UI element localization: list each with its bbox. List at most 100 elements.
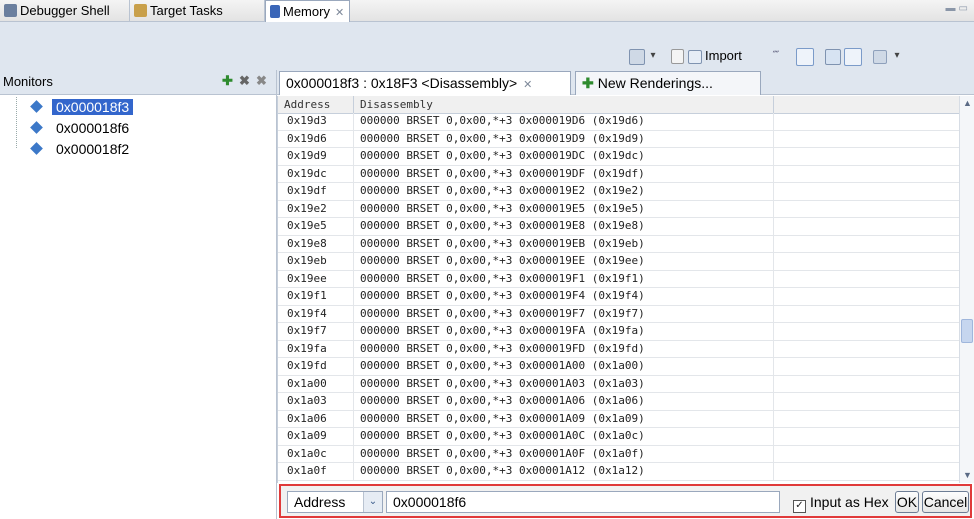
input-as-hex-label: Input as Hex xyxy=(810,494,889,510)
table-row[interactable]: 0x19f4 000000 BRSET 0,0x00,*+3 0x000019F7… xyxy=(278,305,960,323)
disassembly-table[interactable]: Address Disassembly 0x19d3 000000 BRSET 0… xyxy=(277,96,960,483)
scroll-thumb[interactable] xyxy=(961,319,973,343)
disassembly-cell: 000000 BRSET 0,0x00,*+3 0x000019DF (0x19… xyxy=(354,165,774,182)
disassembly-cell: 000000 BRSET 0,0x00,*+3 0x000019E2 (0x19… xyxy=(354,183,774,200)
view-tab-bar: Debugger Shell Target Tasks Memory ✕ ▬▭ xyxy=(0,0,974,22)
cancel-button[interactable]: Cancel xyxy=(922,491,969,513)
monitor-item-0x000018f3[interactable]: 0x000018f3 xyxy=(18,97,134,117)
column-header-address[interactable]: Address xyxy=(278,96,354,113)
table-row[interactable]: 0x1a0f 000000 BRSET 0,0x00,*+3 0x00001A12… xyxy=(278,463,960,481)
address-cell: 0x19d6 xyxy=(278,130,354,147)
layout-button[interactable] xyxy=(824,46,842,66)
add-monitor-icon[interactable]: ✚ xyxy=(222,73,233,89)
tab-disassembly-rendering[interactable]: 0x000018f3 : 0x18F3 <Disassembly> ✕ xyxy=(279,71,571,95)
import-button[interactable]: Import xyxy=(688,46,768,66)
swap-icon xyxy=(844,47,862,66)
table-row[interactable]: 0x19d3 000000 BRSET 0,0x00,*+3 0x000019D6… xyxy=(278,113,960,131)
import-label: Import xyxy=(705,48,742,63)
export-button[interactable] xyxy=(670,46,684,66)
table-row[interactable]: 0x1a09 000000 BRSET 0,0x00,*+3 0x00001A0C… xyxy=(278,428,960,446)
address-cell: 0x1a0c xyxy=(278,445,354,462)
disassembly-cell: 000000 BRSET 0,0x00,*+3 0x000019D6 (0x19… xyxy=(354,113,774,130)
monitor-item-0x000018f2[interactable]: 0x000018f2 xyxy=(18,139,133,159)
address-cell: 0x1a03 xyxy=(278,393,354,410)
address-cell: 0x19fa xyxy=(278,340,354,357)
table-row[interactable]: 0x19e5 000000 BRSET 0,0x00,*+3 0x000019E8… xyxy=(278,218,960,236)
address-cell: 0x19d9 xyxy=(278,148,354,165)
settings-button[interactable] xyxy=(872,46,888,66)
tab-target-tasks[interactable]: Target Tasks xyxy=(130,0,265,21)
address-cell: 0x1a00 xyxy=(278,375,354,392)
address-cell: 0x19f4 xyxy=(278,305,354,322)
tab-new-renderings[interactable]: ✚ New Renderings... xyxy=(575,71,761,95)
disassembly-cell: 000000 BRSET 0,0x00,*+3 0x000019E8 (0x19… xyxy=(354,218,774,235)
table-row[interactable]: 0x19fd 000000 BRSET 0,0x00,*+3 0x00001A00… xyxy=(278,358,960,376)
chevron-down-icon[interactable]: ⌄ xyxy=(363,492,382,512)
rendering-tab-label: 0x000018f3 : 0x18F3 <Disassembly> xyxy=(286,75,518,91)
table-row[interactable]: 0x19e2 000000 BRSET 0,0x00,*+3 0x000019E5… xyxy=(278,200,960,218)
debugger-shell-icon xyxy=(4,4,17,17)
minimize-icon[interactable]: ▬▭ xyxy=(946,3,971,14)
disassembly-cell: 000000 BRSET 0,0x00,*+3 0x000019F7 (0x19… xyxy=(354,305,774,322)
format-icon: ⁗ xyxy=(772,50,780,61)
memory-block-icon xyxy=(30,100,43,113)
column-header-disassembly[interactable]: Disassembly xyxy=(354,96,774,113)
address-input[interactable]: 0x000018f6 xyxy=(386,491,780,513)
table-header: Address Disassembly xyxy=(278,96,960,114)
remove-monitor-icon[interactable]: ✖ xyxy=(239,73,250,89)
new-renderings-label: New Renderings... xyxy=(597,75,713,91)
table-row[interactable]: 0x19d9 000000 BRSET 0,0x00,*+3 0x000019DC… xyxy=(278,148,960,166)
goto-address-bar: Address ⌄ 0x000018f6 ✓ Input as Hex OK Ca… xyxy=(279,484,972,518)
ok-button[interactable]: OK xyxy=(895,491,919,513)
close-icon[interactable]: ✕ xyxy=(335,7,344,19)
monitor-item-0x000018f6[interactable]: 0x000018f6 xyxy=(18,118,133,138)
tab-debugger-shell[interactable]: Debugger Shell xyxy=(0,0,130,21)
tab-memory[interactable]: Memory ✕ xyxy=(265,0,350,22)
table-row[interactable]: 0x19d6 000000 BRSET 0,0x00,*+3 0x000019D9… xyxy=(278,130,960,148)
swap-toggle-button[interactable] xyxy=(844,46,862,66)
monitor-item-label: 0x000018f3 xyxy=(52,99,134,115)
remove-all-icon[interactable]: ✖ xyxy=(256,73,267,89)
disassembly-cell: 000000 BRSET 0,0x00,*+3 0x00001A09 (0x1a… xyxy=(354,410,774,427)
scroll-up-icon[interactable]: ▲ xyxy=(960,96,974,111)
table-row[interactable]: 0x19e8 000000 BRSET 0,0x00,*+3 0x000019EB… xyxy=(278,235,960,253)
disassembly-cell: 000000 BRSET 0,0x00,*+3 0x000019F1 (0x19… xyxy=(354,270,774,287)
scroll-down-icon[interactable]: ▼ xyxy=(960,468,974,483)
table-row[interactable]: 0x19df 000000 BRSET 0,0x00,*+3 0x000019E2… xyxy=(278,183,960,201)
memory-block-icon xyxy=(30,121,43,134)
input-as-hex-checkbox[interactable]: ✓ Input as Hex xyxy=(793,492,889,513)
grid-icon xyxy=(825,48,841,65)
address-cell: 0x1a09 xyxy=(278,428,354,445)
disassembly-cell: 000000 BRSET 0,0x00,*+3 0x000019F4 (0x19… xyxy=(354,288,774,305)
memory-icon xyxy=(270,5,280,18)
table-row[interactable]: 0x1a03 000000 BRSET 0,0x00,*+3 0x00001A06… xyxy=(278,393,960,411)
settings-icon xyxy=(873,49,887,64)
vertical-scrollbar[interactable]: ▲ ▼ xyxy=(959,96,974,483)
format-button[interactable]: ⁗ xyxy=(768,46,784,66)
table-row[interactable]: 0x19f1 000000 BRSET 0,0x00,*+3 0x000019F4… xyxy=(278,288,960,306)
address-cell: 0x19e2 xyxy=(278,200,354,217)
add-memory-monitor-button[interactable] xyxy=(628,46,646,66)
table-row[interactable]: 0x1a06 000000 BRSET 0,0x00,*+3 0x00001A09… xyxy=(278,410,960,428)
disassembly-cell: 000000 BRSET 0,0x00,*+3 0x000019EE (0x19… xyxy=(354,253,774,270)
monitor-dropdown[interactable]: ▾ xyxy=(648,46,658,66)
address-cell: 0x19dc xyxy=(278,165,354,182)
export-icon xyxy=(670,49,684,65)
goto-mode-select[interactable]: Address ⌄ xyxy=(287,491,383,513)
checkmark-icon[interactable]: ✓ xyxy=(793,500,806,513)
view-menu-dropdown[interactable]: ▾ xyxy=(892,46,902,66)
disassembly-cell: 000000 BRSET 0,0x00,*+3 0x000019E5 (0x19… xyxy=(354,200,774,217)
table-row[interactable]: 0x19dc 000000 BRSET 0,0x00,*+3 0x000019DF… xyxy=(278,165,960,183)
monitor-item-label: 0x000018f6 xyxy=(56,120,130,136)
address-cell: 0x1a0f xyxy=(278,463,354,480)
table-row[interactable]: 0x19f7 000000 BRSET 0,0x00,*+3 0x000019FA… xyxy=(278,323,960,341)
table-row[interactable]: 0x19eb 000000 BRSET 0,0x00,*+3 0x000019EE… xyxy=(278,253,960,271)
disassembly-cell: 000000 BRSET 0,0x00,*+3 0x00001A0F (0x1a… xyxy=(354,445,774,462)
table-row[interactable]: 0x19fa 000000 BRSET 0,0x00,*+3 0x000019FD… xyxy=(278,340,960,358)
close-icon[interactable]: ✕ xyxy=(523,79,532,91)
link-toggle-button[interactable] xyxy=(796,46,814,66)
table-row[interactable]: 0x1a00 000000 BRSET 0,0x00,*+3 0x00001A03… xyxy=(278,375,960,393)
disassembly-cell: 000000 BRSET 0,0x00,*+3 0x00001A0C (0x1a… xyxy=(354,428,774,445)
table-row[interactable]: 0x1a0c 000000 BRSET 0,0x00,*+3 0x00001A0F… xyxy=(278,445,960,463)
table-row[interactable]: 0x19ee 000000 BRSET 0,0x00,*+3 0x000019F1… xyxy=(278,270,960,288)
